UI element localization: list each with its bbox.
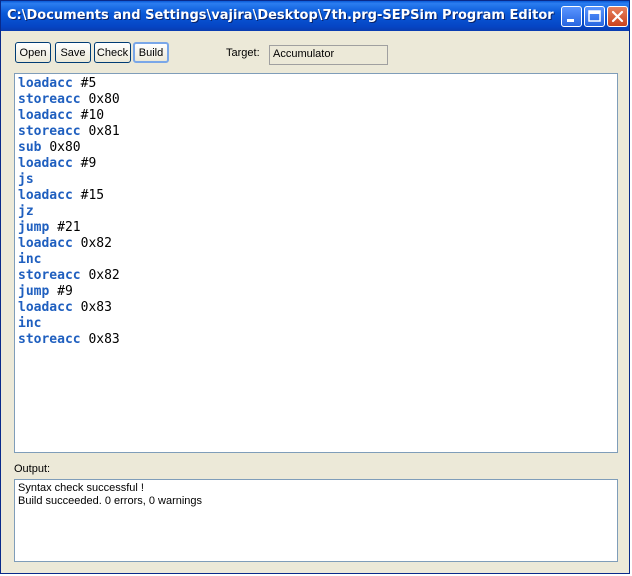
instruction-keyword: sub (18, 140, 42, 155)
maximize-icon (588, 10, 601, 22)
instruction-argument: 0x81 (88, 124, 120, 139)
save-button[interactable]: Save (55, 42, 91, 63)
check-button[interactable]: Check (94, 42, 131, 63)
code-line: storeacc 0x81 (18, 124, 120, 140)
maximize-button[interactable] (584, 6, 605, 27)
instruction-keyword: jump (18, 220, 50, 235)
code-line: inc (18, 316, 49, 332)
instruction-keyword: loadacc (18, 156, 73, 171)
instruction-keyword: inc (18, 316, 42, 331)
output-line: Build succeeded. 0 errors, 0 warnings (18, 495, 203, 507)
build-button[interactable]: Build (133, 42, 169, 63)
instruction-keyword: loadacc (18, 300, 73, 315)
code-line: jump #9 (18, 284, 73, 300)
code-line: storeacc 0x83 (18, 332, 120, 348)
instruction-keyword: storeacc (18, 332, 81, 347)
title-bar[interactable]: C:\Documents and Settings\vajira\Desktop… (1, 1, 629, 31)
window-title: C:\Documents and Settings\vajira\Desktop… (7, 8, 554, 23)
output-panel[interactable]: Syntax check successful ! Build succeede… (14, 479, 618, 562)
code-line: loadacc #9 (18, 156, 96, 172)
instruction-keyword: loadacc (18, 236, 73, 251)
code-line: loadacc #15 (18, 188, 104, 204)
code-line: storeacc 0x80 (18, 92, 120, 108)
program-editor-window: C:\Documents and Settings\vajira\Desktop… (0, 0, 630, 574)
instruction-keyword: storeacc (18, 268, 81, 283)
code-line: loadacc #5 (18, 76, 96, 92)
close-button[interactable] (607, 6, 628, 27)
code-line: inc (18, 252, 49, 268)
code-line: loadacc 0x83 (18, 300, 112, 316)
code-line: storeacc 0x82 (18, 268, 120, 284)
instruction-keyword: inc (18, 252, 42, 267)
instruction-argument: 0x82 (80, 236, 112, 251)
output-label: Output: (14, 463, 51, 475)
instruction-argument: #10 (80, 108, 105, 123)
instruction-argument: 0x80 (49, 140, 81, 155)
minimize-icon (567, 19, 574, 22)
output-line: Syntax check successful ! (18, 482, 144, 494)
instruction-argument: #9 (80, 156, 97, 171)
code-line: loadacc #10 (18, 108, 104, 124)
instruction-keyword: jump (18, 284, 50, 299)
target-field[interactable]: Accumulator (269, 45, 388, 65)
instruction-keyword: js (18, 172, 34, 187)
code-line: jump #21 (18, 220, 81, 236)
instruction-argument: 0x83 (88, 332, 120, 347)
instruction-keyword: loadacc (18, 188, 73, 203)
minimize-button[interactable] (561, 6, 582, 27)
instruction-keyword: storeacc (18, 92, 81, 107)
code-line: jz (18, 204, 41, 220)
instruction-argument: 0x80 (88, 92, 120, 107)
instruction-argument: 0x83 (80, 300, 112, 315)
target-label: Target: (226, 47, 260, 59)
instruction-argument: #5 (80, 76, 97, 91)
open-button[interactable]: Open (15, 42, 51, 63)
code-line: js (18, 172, 41, 188)
instruction-keyword: loadacc (18, 108, 73, 123)
instruction-keyword: loadacc (18, 76, 73, 91)
instruction-argument: 0x82 (88, 268, 120, 283)
instruction-argument: #9 (57, 284, 73, 299)
instruction-keyword: jz (18, 204, 34, 219)
code-line: sub 0x80 (18, 140, 81, 156)
code-line: loadacc 0x82 (18, 236, 112, 252)
close-icon (611, 10, 624, 23)
instruction-keyword: storeacc (18, 124, 81, 139)
instruction-argument: #21 (57, 220, 81, 235)
instruction-argument: #15 (80, 188, 105, 203)
code-editor[interactable]: loadacc #5 storeacc 0x80 loadacc #10 sto… (14, 73, 618, 453)
